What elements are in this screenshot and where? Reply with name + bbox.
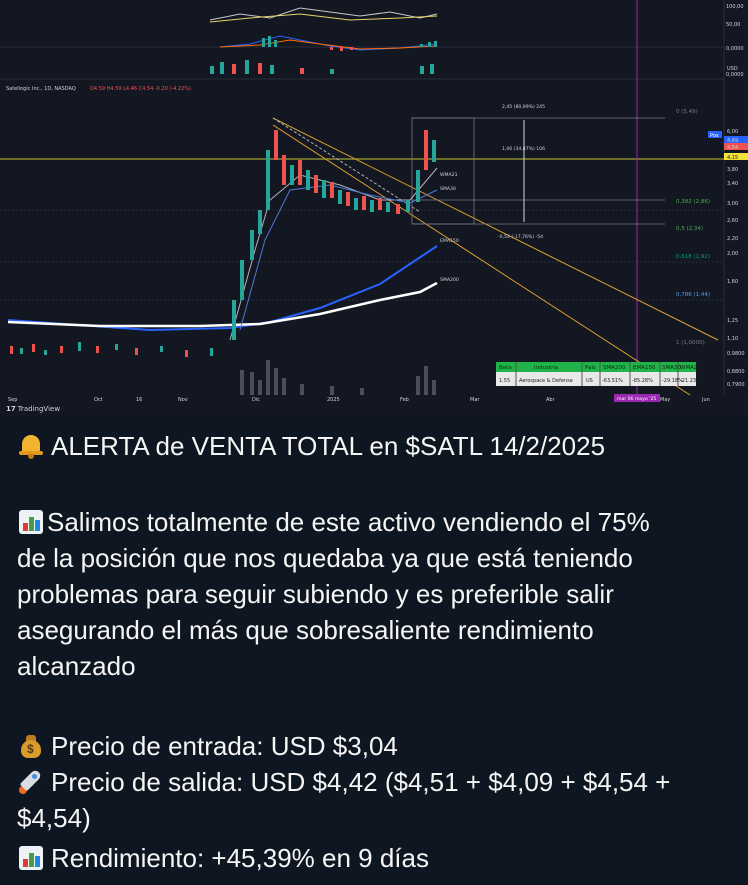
body-line: de la posición que nos quedaba ya que es… — [17, 543, 633, 573]
money-bag-icon: $ — [17, 732, 45, 760]
price-axis-label: 4,54 — [727, 145, 738, 151]
alert-line: ALERTA de VENTA TOTAL en $SATL 14/2/2025 — [17, 428, 605, 464]
table-header-cell: EMA150 — [633, 365, 656, 371]
ma-labels: WMA21 SMA30 EMA150 SMA200 — [440, 172, 459, 283]
time-axis-label: Sep — [8, 397, 17, 403]
bar-chart-icon — [17, 844, 45, 872]
time-axis-label: Nov — [178, 397, 188, 403]
price-axis-label: 4,15 — [727, 155, 738, 161]
table-value-cell: -63.51% — [602, 378, 623, 384]
ma-label: SMA30 — [440, 186, 456, 192]
body-line: problemas para seguir subiendo y es pref… — [17, 579, 614, 609]
price-axis-label: 1,10 — [727, 336, 738, 342]
fib-labels: 0 (5,49) 0,382 (2,86) 0,5 (2,34) 0,618 (… — [676, 109, 710, 346]
price-axis-label: 3,40 — [727, 181, 738, 187]
price-axis-label: 0,9800 — [727, 351, 745, 357]
time-axis-label: Oct — [94, 397, 103, 403]
price-axis-label: 2,00 — [727, 251, 738, 257]
body-line: alcanzado — [17, 651, 136, 681]
price-axis-label: 0,7900 — [727, 382, 745, 388]
entry-text: Precio de entrada: USD $3,04 — [51, 731, 398, 761]
signal-line — [219, 39, 438, 50]
candles — [10, 130, 436, 357]
time-axis-label: Dic — [252, 397, 260, 403]
table-value-cell: US — [586, 378, 593, 384]
measure-box — [411, 117, 475, 225]
measure-label: 1,06 (34,87%) 106 — [502, 146, 545, 152]
time-axis-label: 16 — [136, 397, 142, 403]
body-text: Salimos totalmente de este activo vendie… — [47, 507, 650, 537]
fib-label: 0,786 (1,44) — [676, 292, 710, 298]
table-header-cell: Industria — [534, 365, 558, 371]
table-header-cell: Beta — [499, 365, 512, 371]
fib-label: 0,618 (1,92) — [676, 254, 710, 260]
chart-screenshot: Beta Industria País SMA200 EMA150 SMA30 … — [0, 0, 748, 408]
measure-label: 2,45 (80,99%) 245 — [502, 104, 545, 110]
ema150-line — [7, 245, 438, 332]
table-value-cell: 1.55 — [499, 378, 510, 384]
top-scale-label: 0,0000 — [726, 72, 744, 78]
price-axis-label: 2,60 — [727, 218, 738, 224]
sma200-line — [7, 281, 438, 328]
time-axis-label: Mar — [470, 397, 480, 403]
table-value-cell: -85.28% — [632, 378, 653, 384]
tradingview-logo: 17 TradingView — [6, 405, 61, 413]
price-axis-label: 3,80 — [727, 167, 738, 173]
top-scale-label: 100,00 — [726, 4, 744, 10]
return-line: Rendimiento: +45,39% en 9 días — [17, 840, 429, 876]
time-axis-label: Feb — [400, 397, 409, 403]
pos-badge: Pos — [710, 133, 719, 139]
ohlc-line: O4.59 H4.59 L4.46 C4.54 -0.20 (-4.22%) — [90, 86, 191, 92]
price-axis-label: 1,60 — [727, 279, 738, 285]
trend-line-upper — [272, 117, 719, 341]
table-value-cell: Aerospace & Defense — [519, 378, 573, 384]
table-value-cell: -21.23% — [680, 378, 701, 384]
top-scale-label: 50,00 — [726, 22, 740, 28]
indicator-pane-top — [0, 0, 724, 30]
exit-text: Precio de salida: USD $4,42 ($4,51 + $4,… — [51, 767, 671, 797]
price-axis-label: 2,20 — [727, 236, 738, 242]
time-axis-label: May — [660, 397, 670, 403]
volume-bars-pane — [210, 60, 434, 74]
body-line: asegurando el más que sobresaliente rend… — [17, 615, 594, 645]
alert-text: ALERTA de VENTA TOTAL en $SATL 14/2/2025 — [51, 431, 606, 461]
fib-label: 0,382 (2,86) — [676, 199, 710, 205]
volume-bars — [240, 360, 436, 395]
time-axis-label: 2025 — [327, 397, 340, 403]
ma-label: SMA200 — [440, 277, 459, 283]
symbol-line: Satellogic Inc., 1D, NASDAQ — [6, 86, 76, 92]
ma-label: WMA21 — [440, 172, 458, 178]
measure-label: -0,54 (-17,76%) -54 — [498, 234, 543, 240]
chart-svg: Beta Industria País SMA200 EMA150 SMA30 … — [0, 0, 748, 408]
time-axis-label: Abr — [546, 397, 556, 403]
fib-label: 0 (5,49) — [676, 109, 698, 115]
exit-line: Precio de salida: USD $4,42 ($4,51 + $4,… — [17, 764, 670, 800]
time-axis-labels: Sep Oct 16 Nov Dic 2025 Feb Mar Abr May … — [8, 397, 710, 403]
table-header-cell: SMA200 — [603, 365, 626, 371]
measure-labels: 2,45 (80,99%) 245 1,06 (34,87%) 106 -0,5… — [498, 104, 545, 240]
table-header-cell: SMA30 — [662, 365, 681, 371]
trend-line-lower — [272, 124, 691, 396]
time-axis-label: Jun — [701, 397, 710, 403]
bell-icon — [17, 432, 45, 460]
tradingview-footer: 17 TradingView — [0, 404, 748, 416]
top-scale-label: 0,0000 — [726, 46, 744, 52]
date-badge: mar 06 mayo '25 — [617, 396, 656, 402]
price-axis-label: 1,25 — [727, 318, 738, 324]
bar-chart-icon — [17, 508, 45, 536]
fib-label: 1 (1,0000) — [676, 340, 705, 346]
entry-line: $ Precio de entrada: USD $3,04 — [17, 728, 398, 764]
return-text: Rendimiento: +45,39% en 9 días — [51, 843, 429, 873]
price-axis-label: 3,00 — [727, 201, 738, 207]
price-axis-label: 6,00 — [727, 129, 738, 135]
exit-line-continued: $4,54) — [17, 803, 91, 833]
ma-label: EMA150 — [440, 238, 459, 244]
table-header-cell: País — [585, 364, 596, 371]
telegram-message: ALERTA de VENTA TOTAL en $SATL 14/2/2025… — [0, 416, 748, 885]
rocket-icon — [17, 768, 45, 796]
table-header-cell: WMA21 — [680, 365, 701, 371]
fib-label: 0,5 (2,34) — [676, 226, 703, 232]
price-axis-label: 0,8800 — [727, 369, 745, 375]
body-line: Salimos totalmente de este activo vendie… — [17, 504, 650, 540]
